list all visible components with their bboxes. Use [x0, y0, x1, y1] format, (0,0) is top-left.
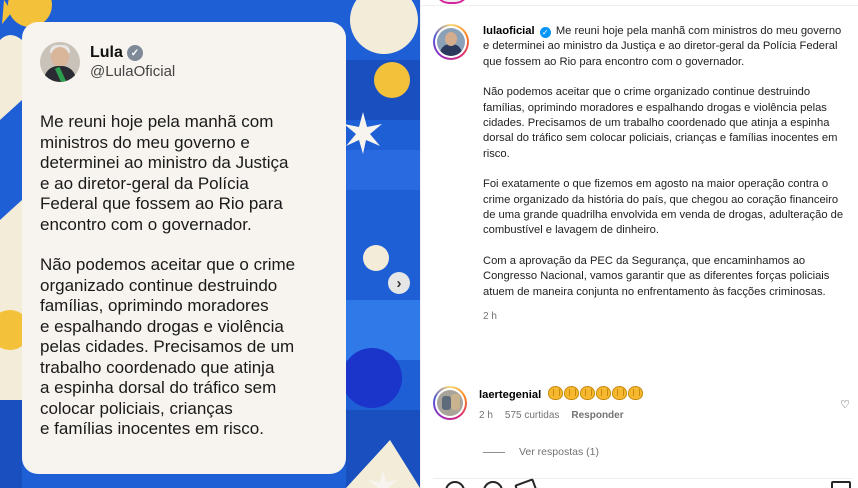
divider — [483, 451, 505, 453]
star-icon — [344, 112, 382, 154]
caption-paragraph: Me reuni hoje pela manhã com ministros d… — [483, 25, 842, 68]
reply-button[interactable]: Responder — [571, 410, 623, 421]
avatar — [437, 28, 465, 56]
post-author-username[interactable]: lulaoficial — [483, 25, 535, 37]
avatar — [40, 42, 80, 82]
caption-paragraph: Com a aprovação da PEC da Segurança, que… — [483, 254, 830, 298]
caption-paragraph: Não podemos aceitar que o crime organiza… — [483, 86, 838, 160]
tweet-author-name: Lula — [90, 44, 123, 61]
chevron-right-icon[interactable]: › — [388, 272, 410, 294]
verified-badge-icon: ✓ — [126, 45, 143, 61]
comment-likes[interactable]: 575 curtidas — [505, 410, 559, 421]
story-ring[interactable] — [433, 24, 469, 60]
story-ring[interactable] — [433, 386, 467, 420]
tweet-text-paragraph: Não podemos aceitar que o crime organiza… — [40, 255, 296, 438]
view-replies[interactable]: Ver respostas (1) — [483, 446, 599, 458]
post-caption: lulaoficial ✓ Me reuni hoje pela manhã c… — [433, 24, 853, 325]
post-actions-bar — [433, 478, 853, 488]
clapping-hands-emoji — [548, 386, 644, 400]
caption-paragraph: Foi exatamente o que fizemos em agosto n… — [483, 178, 844, 237]
divider — [421, 0, 858, 6]
share-icon[interactable] — [514, 478, 540, 488]
verified-badge-icon: ✓ — [539, 27, 551, 39]
star-icon — [368, 470, 398, 488]
bookmark-icon[interactable] — [831, 481, 851, 488]
view-replies-label[interactable]: Ver respostas (1) — [519, 446, 599, 458]
comment-icon[interactable] — [483, 481, 503, 488]
comment-item: laertegenial 2 h 575 curtidas Responder — [433, 386, 853, 421]
tweet-header: Lula ✓ @LulaOficial — [40, 42, 328, 82]
comment-timestamp[interactable]: 2 h — [479, 410, 493, 421]
avatar — [437, 390, 463, 416]
post-timestamp[interactable]: 2 h — [483, 309, 845, 324]
comment-username[interactable]: laertegenial — [479, 389, 541, 401]
tweet-card: Lula ✓ @LulaOficial Me reuni hoje pela m… — [22, 22, 346, 474]
like-comment-heart-icon[interactable]: ♡ — [840, 398, 850, 411]
heart-icon[interactable] — [445, 481, 465, 488]
post-image[interactable]: Lula ✓ @LulaOficial Me reuni hoje pela m… — [0, 0, 420, 488]
tweet-author-handle: @LulaOficial — [90, 63, 176, 80]
post-details-panel: lulaoficial ✓ Me reuni hoje pela manhã c… — [420, 0, 858, 488]
tweet-text-paragraph: Me reuni hoje pela manhã com ministros d… — [40, 112, 289, 234]
